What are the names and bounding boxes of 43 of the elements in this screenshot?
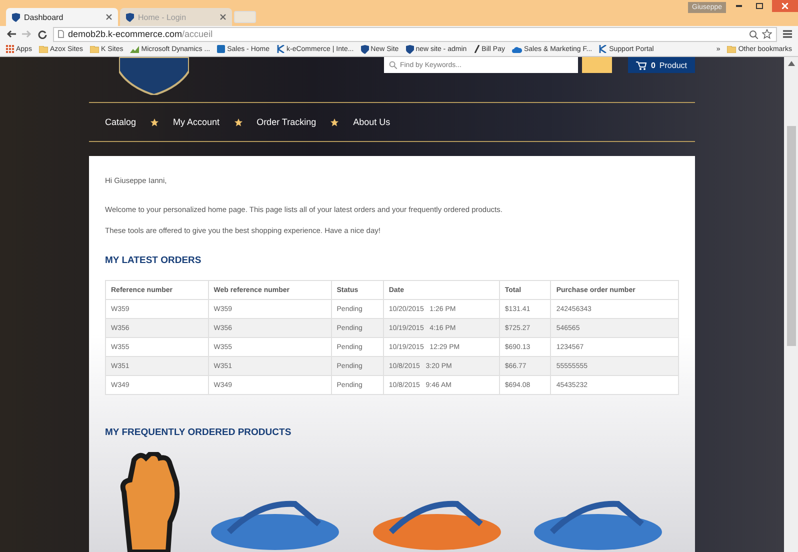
section-heading: MY LATEST ORDERS [105, 255, 202, 266]
k-logo-icon [276, 45, 284, 53]
scrollbar-thumb[interactable] [786, 126, 796, 346]
pen-icon [474, 45, 480, 53]
folder-icon [38, 46, 48, 52]
star-icon [234, 118, 243, 127]
menu-icon[interactable] [783, 30, 792, 38]
s-logo-icon [217, 45, 226, 53]
address-bar[interactable]: demob2b.k-ecommerce.com/accueil [53, 26, 777, 42]
cart-button[interactable]: 0 Product [628, 57, 695, 73]
cart-icon [636, 60, 647, 70]
shield-icon [12, 12, 20, 22]
search-icon [388, 61, 397, 69]
shield-icon [126, 12, 134, 22]
minimize-icon [736, 5, 742, 7]
shield-logo [119, 57, 189, 95]
page-icon [58, 30, 64, 38]
close-icon [782, 3, 788, 9]
shield-icon [406, 44, 414, 54]
close-icon[interactable] [220, 14, 226, 20]
star-icon [150, 118, 160, 127]
folder-icon [90, 46, 100, 52]
section-heading: MY FREQUENTLY ORDERED PRODUCTS [105, 427, 292, 438]
nav-link[interactable]: Order Tracking [256, 117, 316, 128]
maximize-icon [756, 3, 762, 9]
k-logo-icon [599, 45, 608, 53]
star-icon [330, 118, 340, 127]
zoom-icon[interactable] [749, 30, 758, 38]
browser-tab[interactable]: Dashboard [6, 8, 118, 26]
folder-icon [727, 46, 736, 52]
nav-link[interactable]: Catalog [105, 117, 136, 128]
star-icon[interactable] [762, 29, 772, 39]
apps-icon [6, 45, 14, 53]
nav-link[interactable]: My Account [173, 117, 220, 128]
nav-link[interactable]: About Us [353, 117, 390, 128]
cloud-icon [512, 46, 522, 52]
scroll-up-icon[interactable] [788, 61, 794, 66]
back-icon[interactable] [6, 30, 16, 38]
chart-icon [130, 46, 140, 52]
shield-icon [360, 44, 369, 54]
reload-icon[interactable] [38, 30, 47, 38]
close-button[interactable] [772, 0, 798, 12]
close-icon[interactable] [106, 14, 112, 20]
